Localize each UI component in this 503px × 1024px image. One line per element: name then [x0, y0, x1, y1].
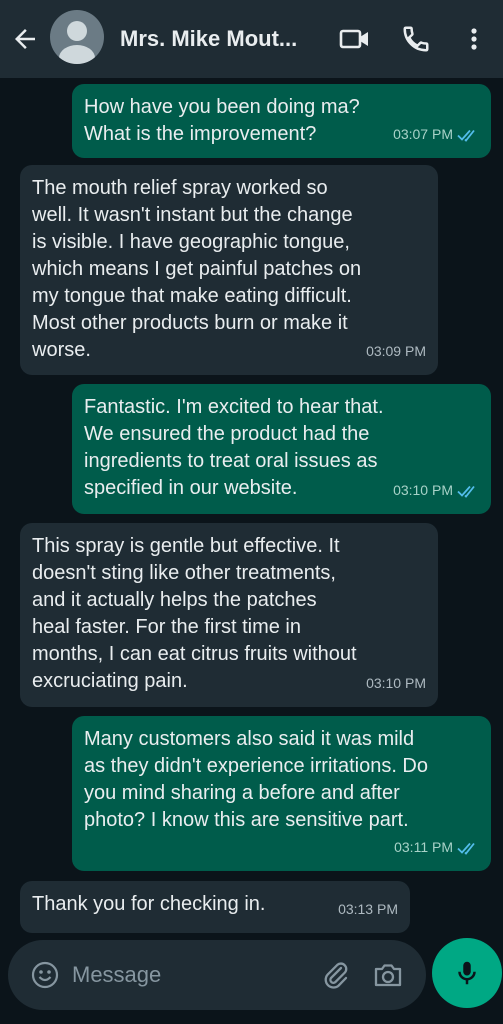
message-meta: 03:07 PM [393, 121, 479, 148]
read-receipt-icon [457, 129, 475, 142]
message-input[interactable] [70, 958, 294, 992]
message-meta: 03:10 PM [366, 670, 426, 697]
message-bubble-incoming[interactable]: The mouth relief spray worked so well. I… [20, 165, 438, 375]
attach-icon[interactable] [321, 960, 351, 990]
more-options-icon[interactable] [464, 24, 484, 54]
voice-call-icon[interactable] [400, 24, 432, 54]
read-receipt-icon [457, 485, 475, 498]
message-bubble-outgoing[interactable]: Many customers also said it was mild as … [72, 716, 491, 871]
back-arrow-icon[interactable] [10, 24, 40, 54]
message-composer [8, 940, 426, 1010]
avatar[interactable] [50, 10, 104, 64]
message-bubble-incoming[interactable]: This spray is gentle but effective. It d… [20, 523, 438, 707]
contact-name[interactable]: Mrs. Mike Mout... [120, 26, 320, 52]
message-meta: 03:10 PM [393, 477, 479, 504]
mic-icon [458, 961, 476, 985]
message-bubble-outgoing[interactable]: Fantastic. I'm excited to hear that. We … [72, 384, 491, 514]
avatar-placeholder-icon [59, 21, 95, 64]
mic-button[interactable] [432, 938, 502, 1008]
read-receipt-icon [457, 842, 475, 855]
message-bubble-outgoing[interactable]: How have you been doing ma? What is the … [72, 84, 491, 158]
message-text: Many customers also said it was mild as … [84, 728, 428, 831]
message-bubble-incoming[interactable]: Thank you for checking in. 03:13 PM [20, 881, 410, 933]
chat-header: Mrs. Mike Mout... [0, 0, 503, 78]
video-call-icon[interactable] [338, 24, 370, 54]
emoji-icon[interactable] [30, 960, 60, 990]
message-time: 03:07 PM [393, 126, 453, 142]
message-time: 03:10 PM [366, 675, 426, 691]
chat-area[interactable]: How have you been doing ma? What is the … [0, 78, 503, 938]
message-meta: 03:13 PM [338, 896, 398, 923]
message-time: 03:11 PM [394, 839, 453, 855]
message-meta: 03:09 PM [366, 338, 426, 365]
message-meta: 03:11 PM [394, 834, 479, 861]
camera-icon[interactable] [372, 960, 404, 990]
message-time: 03:10 PM [393, 482, 453, 498]
message-time: 03:13 PM [338, 901, 398, 917]
message-text: The mouth relief spray worked so well. I… [32, 177, 362, 361]
message-time: 03:09 PM [366, 343, 426, 359]
